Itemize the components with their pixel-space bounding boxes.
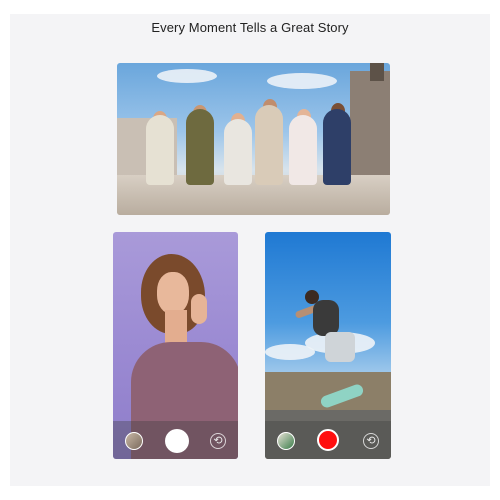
group-photo <box>117 63 390 215</box>
cloud <box>157 69 217 83</box>
person <box>255 105 283 185</box>
person <box>224 119 252 185</box>
page-title: Every Moment Tells a Great Story <box>151 20 349 35</box>
camera-screen-video: ⟲ <box>265 232 391 459</box>
camera-switch-icon[interactable]: ⟲ <box>210 433 226 449</box>
photo-shutter-button[interactable] <box>164 429 189 453</box>
skater-body <box>313 300 339 336</box>
gallery-thumbnail-icon[interactable] <box>277 432 295 450</box>
gallery-thumbnail-icon[interactable] <box>125 432 143 450</box>
camera-switch-icon[interactable]: ⟲ <box>363 433 379 449</box>
person <box>146 115 174 185</box>
cloud <box>265 344 315 360</box>
camera-controls: ⟲ <box>265 421 391 459</box>
camera-controls: ⟲ <box>113 421 238 459</box>
woman-face <box>157 272 189 314</box>
person <box>186 109 214 185</box>
chimney <box>370 63 384 81</box>
person <box>289 115 317 185</box>
camera-screen-photo: ⟲ <box>113 232 238 459</box>
woman-hand <box>191 294 207 324</box>
building <box>350 71 390 181</box>
cloud <box>267 73 337 89</box>
video-record-button[interactable] <box>317 429 339 451</box>
person <box>323 109 351 185</box>
skater-legs <box>325 332 355 362</box>
